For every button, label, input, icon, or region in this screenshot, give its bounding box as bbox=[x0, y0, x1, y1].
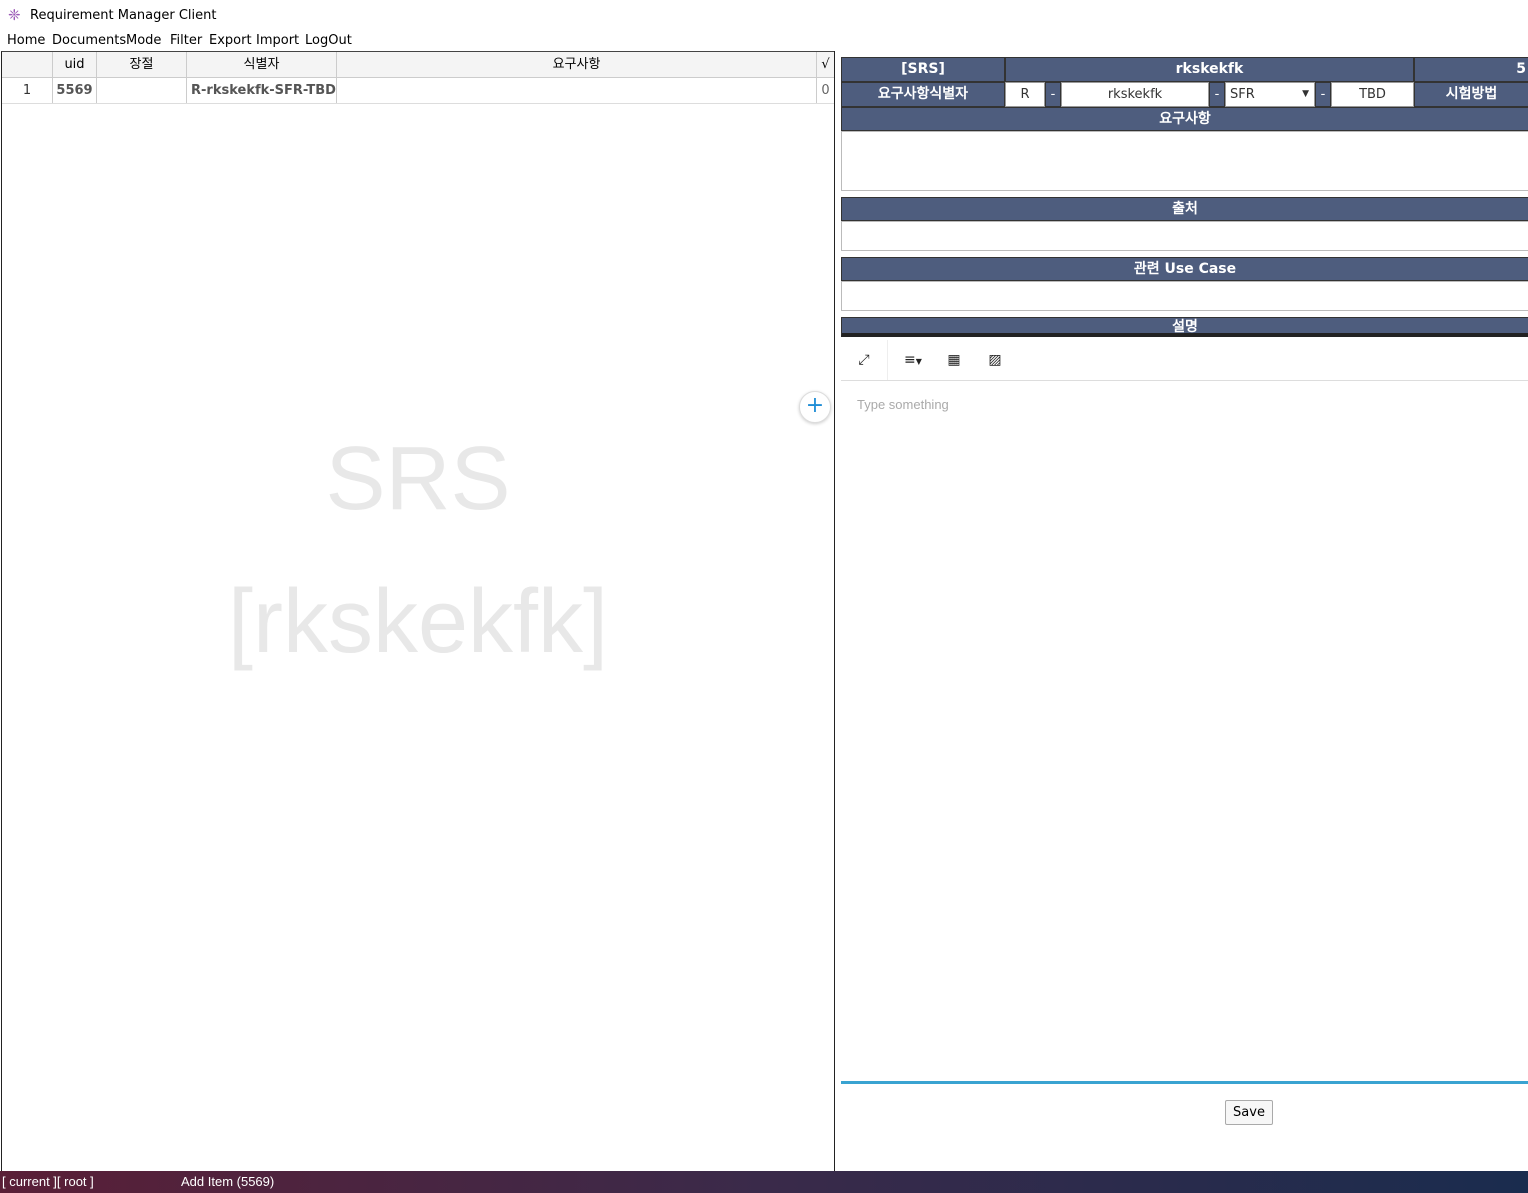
source-field[interactable] bbox=[841, 221, 1528, 251]
row-check[interactable]: 0 bbox=[817, 78, 834, 103]
status-bar: [ current ][ root ] Add Item (5569) bbox=[0, 1171, 1528, 1193]
table-icon[interactable]: ▦ bbox=[945, 348, 963, 372]
usecase-section-header: 관련 Use Case bbox=[841, 257, 1528, 281]
identifier-label: 요구사항식별자 bbox=[841, 82, 1005, 107]
menu-mode[interactable]: Mode bbox=[126, 33, 161, 48]
row-requirement[interactable] bbox=[337, 78, 817, 103]
window-title: Requirement Manager Client bbox=[30, 8, 217, 23]
identifier-project-field[interactable]: rkskekfk bbox=[1061, 82, 1209, 107]
editor-placeholder: Type something bbox=[857, 397, 949, 412]
doc-type-label: [SRS] bbox=[841, 57, 1005, 82]
header-identifier[interactable]: 식별자 bbox=[187, 52, 337, 77]
add-item-button[interactable]: + bbox=[799, 391, 831, 423]
requirement-textarea[interactable] bbox=[841, 131, 1528, 191]
identifier-prefix-field[interactable]: R bbox=[1005, 82, 1045, 107]
identifier-separator-2: - bbox=[1209, 82, 1225, 107]
title-bar: ❈ Requirement Manager Client bbox=[0, 0, 1528, 30]
row-uid[interactable]: 5569 bbox=[53, 78, 97, 103]
header-uid[interactable]: uid bbox=[53, 52, 97, 77]
image-icon[interactable]: ▨ bbox=[986, 348, 1004, 372]
dropdown-arrow-icon: ▼ bbox=[1302, 89, 1309, 99]
menu-logout[interactable]: LogOut bbox=[305, 33, 352, 48]
source-section-header: 출처 bbox=[841, 197, 1528, 221]
header-requirement[interactable]: 요구사항 bbox=[337, 52, 817, 77]
header-row-number bbox=[2, 52, 53, 77]
doc-number-label: 5 bbox=[1414, 57, 1528, 82]
identifier-type-select[interactable]: SFR ▼ bbox=[1225, 82, 1315, 107]
menu-filter[interactable]: Filter bbox=[170, 33, 202, 48]
detail-pane: [SRS] rkskekfk 5 요구사항식별자 R - rkskekfk - … bbox=[834, 51, 1528, 1171]
menu-documents[interactable]: Documents bbox=[52, 33, 126, 48]
grid-header: uid 장절 식별자 요구사항 √ bbox=[2, 52, 834, 78]
fullscreen-icon[interactable]: ⤢ bbox=[855, 348, 873, 372]
requirements-grid-pane: uid 장절 식별자 요구사항 √ 1 5569 R-rkskekfk-SFR-… bbox=[1, 51, 835, 1173]
watermark-doc-name: [rkskekfk] bbox=[227, 572, 609, 672]
identifier-separator-3: - bbox=[1315, 82, 1331, 107]
align-dropdown-icon[interactable]: ≡▼ bbox=[899, 348, 927, 372]
test-method-label: 시험방법 bbox=[1414, 82, 1528, 107]
editor-toolbar: ⤢ ≡▼ ▦ ▨ bbox=[841, 340, 1528, 381]
header-check[interactable]: √ bbox=[817, 52, 834, 77]
status-message: Add Item (5569) bbox=[181, 1174, 275, 1189]
identifier-separator-1: - bbox=[1045, 82, 1061, 107]
menu-bar: Home Documents Mode Filter Export Import… bbox=[0, 30, 1528, 51]
doc-name-label: rkskekfk bbox=[1005, 57, 1414, 82]
menu-import[interactable]: Import bbox=[256, 33, 299, 48]
watermark-doc-type: SRS bbox=[325, 429, 511, 529]
save-button[interactable]: Save bbox=[1225, 1100, 1273, 1125]
row-section[interactable] bbox=[97, 78, 187, 103]
description-editor[interactable]: Type something bbox=[841, 381, 1528, 1084]
toolbar-divider bbox=[887, 340, 888, 380]
identifier-suffix-field[interactable]: TBD bbox=[1331, 82, 1414, 107]
row-number: 1 bbox=[2, 78, 53, 103]
table-row[interactable]: 1 5569 R-rkskekfk-SFR-TBD 0 bbox=[2, 78, 834, 104]
description-section-header: 설명 bbox=[841, 317, 1528, 337]
menu-export[interactable]: Export bbox=[209, 33, 252, 48]
menu-home[interactable]: Home bbox=[7, 33, 45, 48]
app-logo-icon: ❈ bbox=[8, 6, 21, 24]
identifier-type-value: SFR bbox=[1230, 87, 1255, 102]
header-section[interactable]: 장절 bbox=[97, 52, 187, 77]
usecase-field[interactable] bbox=[841, 281, 1528, 311]
status-context: [ current ][ root ] bbox=[2, 1174, 94, 1189]
requirement-section-header: 요구사항 bbox=[841, 107, 1528, 131]
row-identifier[interactable]: R-rkskekfk-SFR-TBD bbox=[187, 78, 337, 103]
